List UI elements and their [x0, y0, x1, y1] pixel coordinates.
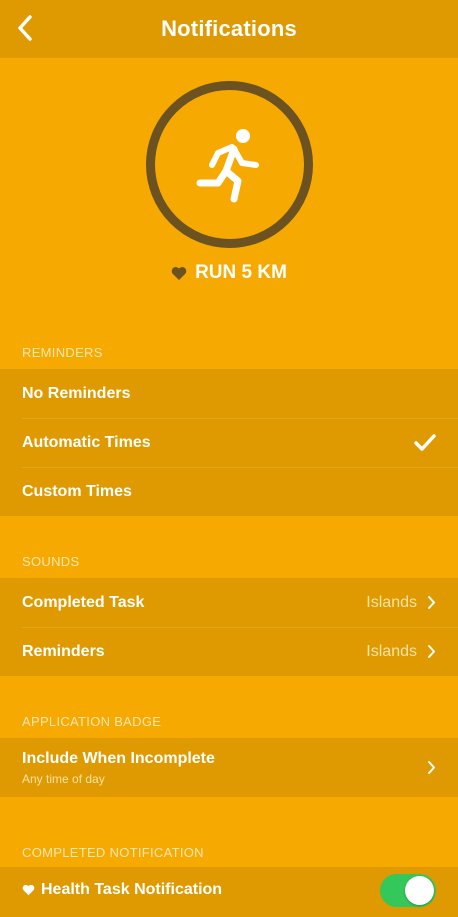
sound-row-completed-task[interactable]: Completed Task Islands — [0, 578, 458, 627]
completed-header: COMPLETED NOTIFICATION — [22, 845, 204, 860]
sounds-header: SOUNDS — [22, 554, 80, 569]
checkmark-icon — [414, 433, 436, 451]
task-name: RUN 5 KM — [0, 259, 458, 287]
completed-group: Health Task Notification — [0, 867, 458, 917]
badge-header: APPLICATION BADGE — [22, 714, 162, 729]
reminder-option-custom-times[interactable]: Custom Times — [0, 467, 458, 516]
back-button[interactable] — [10, 12, 40, 44]
nav-bar: Notifications — [0, 0, 458, 58]
badge-row-include-when-incomplete[interactable]: Include When Incomplete Any time of day — [0, 738, 458, 797]
chevron-left-icon — [18, 15, 32, 41]
sounds-group: Completed Task Islands Reminders Islands — [0, 578, 458, 676]
completed-row-health-task: Health Task Notification — [0, 867, 458, 913]
sound-row-reminders[interactable]: Reminders Islands — [0, 627, 458, 676]
page-title: Notifications — [161, 16, 297, 41]
heart-icon — [22, 884, 35, 896]
task-name-label: RUN 5 KM — [195, 262, 287, 283]
badge-group: Include When Incomplete Any time of day — [0, 738, 458, 797]
reminder-option-label: No Reminders — [22, 384, 131, 402]
reminder-option-no-reminders[interactable]: No Reminders — [0, 369, 458, 418]
reminder-option-label: Custom Times — [22, 482, 132, 500]
chevron-right-icon — [427, 644, 436, 659]
sound-row-label: Completed Task — [22, 593, 145, 611]
chevron-right-icon — [427, 760, 436, 775]
sound-row-value: Islands — [366, 642, 417, 660]
badge-row-sublabel: Any time of day — [22, 771, 105, 786]
health-task-notification-toggle[interactable] — [380, 873, 436, 907]
toggle-knob — [405, 875, 434, 905]
reminders-group: No Reminders Automatic Times Custom Time… — [0, 369, 458, 516]
reminder-option-label: Automatic Times — [22, 433, 151, 451]
running-figure-icon — [196, 128, 259, 202]
task-icon-ring — [146, 81, 313, 248]
sound-row-label: Reminders — [22, 642, 105, 660]
heart-icon — [171, 266, 187, 281]
badge-row-label: Include When Incomplete — [22, 749, 215, 767]
completed-row-label: Health Task Notification — [41, 881, 223, 898]
reminder-option-automatic-times[interactable]: Automatic Times — [0, 418, 458, 467]
sound-row-value: Islands — [366, 593, 417, 611]
chevron-right-icon — [427, 595, 436, 610]
reminders-header: REMINDERS — [22, 345, 103, 360]
